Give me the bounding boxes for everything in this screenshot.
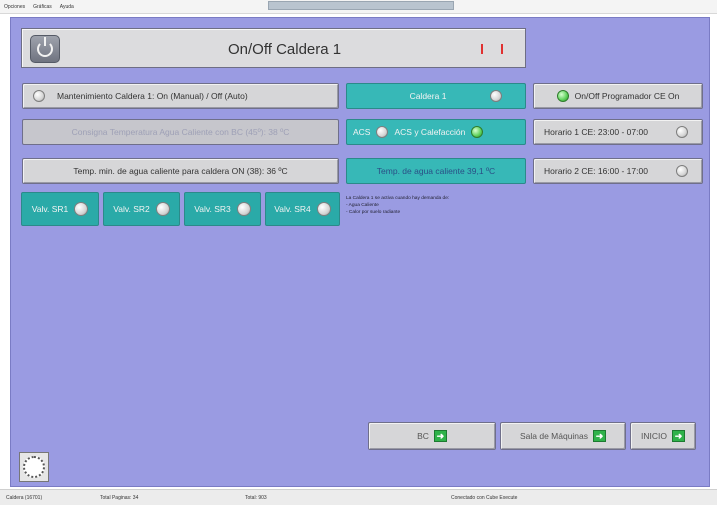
power-icon: [37, 37, 53, 57]
info-line-2: - Agua Caliente: [346, 203, 379, 208]
toggle-knob-icon: [155, 202, 170, 216]
bc-nav-button[interactable]: BC ➜: [368, 422, 496, 450]
top-strip: [268, 1, 454, 10]
toggle-knob-icon: [236, 202, 251, 216]
status-caldera: Caldera (16701): [6, 495, 43, 501]
horario2-label: Horario 2 CE: 16:00 - 17:00: [544, 166, 648, 176]
info-line-3: - Calor por suelo radiante: [346, 210, 401, 215]
acs-label: ACS: [353, 127, 371, 137]
horario1-button[interactable]: Horario 1 CE: 23:00 - 07:00: [533, 119, 703, 145]
title-box: On/Off Caldera 1: [21, 28, 526, 68]
arrow-right-icon: ➜: [433, 430, 447, 442]
toggle-knob-icon: [74, 202, 89, 216]
toggle-knob-icon: [33, 90, 45, 102]
caldera1-label: Caldera 1: [409, 91, 447, 101]
info-line-1: La Caldera 1 se activa cuando hay demand…: [346, 196, 450, 201]
page-title: On/Off Caldera 1: [228, 41, 342, 58]
status-pages: Total Paginas: 34: [100, 495, 139, 501]
inicio-nav-label: INICIO: [641, 431, 667, 441]
toggle-knob-icon: [490, 90, 503, 102]
menu-opciones[interactable]: Opciones: [4, 4, 25, 10]
status-total: Total: 903: [245, 495, 267, 501]
red-indicator-1: [481, 44, 483, 54]
caldera1-button[interactable]: Caldera 1: [346, 83, 526, 109]
mantenimiento-button[interactable]: Mantenimiento Caldera 1: On (Manual) / O…: [22, 83, 339, 109]
acs-selector[interactable]: ACS ACS y Calefacción: [346, 119, 526, 145]
arrow-right-icon: ➜: [671, 430, 685, 442]
temp-min-label: Temp. min. de agua caliente para caldera…: [73, 166, 288, 176]
valve-sr4-button[interactable]: Valv. SR4: [265, 192, 340, 226]
temp-agua-label: Temp. de agua caliente 39,1 ºC: [376, 166, 496, 176]
valve-sr1-label: Valv. SR1: [31, 204, 69, 214]
clock-button[interactable]: [19, 452, 49, 482]
toggle-knob-icon: [376, 126, 389, 138]
red-indicator-2: [501, 44, 503, 54]
toggle-knob-icon: [675, 165, 688, 177]
acs-calefaccion-label: ACS y Calefacción: [394, 127, 466, 137]
inicio-nav-button[interactable]: INICIO ➜: [630, 422, 696, 450]
valve-sr1-button[interactable]: Valv. SR1: [21, 192, 99, 226]
bc-nav-label: BC: [417, 431, 429, 441]
valve-sr4-label: Valv. SR4: [274, 204, 311, 214]
valve-sr3-button[interactable]: Valv. SR3: [184, 192, 261, 226]
toggle-knob-icon: [316, 202, 331, 216]
power-button[interactable]: [30, 35, 60, 63]
toggle-knob-icon: [675, 126, 688, 138]
valve-sr2-label: Valv. SR2: [113, 204, 150, 214]
valve-sr2-button[interactable]: Valv. SR2: [103, 192, 180, 226]
clock-icon: [23, 456, 45, 478]
menu-graficas[interactable]: Gráficas: [33, 4, 52, 10]
arrow-right-icon: ➜: [593, 430, 607, 442]
consigna-field: Consigna Temperatura Agua Caliente con B…: [22, 119, 339, 145]
horario1-label: Horario 1 CE: 23:00 - 07:00: [544, 127, 648, 137]
status-bar: Caldera (16701) Total Paginas: 34 Total:…: [0, 489, 717, 505]
mantenimiento-label: Mantenimiento Caldera 1: On (Manual) / O…: [57, 91, 248, 101]
menu-ayuda[interactable]: Ayuda: [60, 4, 74, 10]
programador-button[interactable]: On/Off Programador CE On: [533, 83, 703, 109]
consigna-label: Consigna Temperatura Agua Caliente con B…: [71, 127, 290, 137]
temp-min-field: Temp. min. de agua caliente para caldera…: [22, 158, 339, 184]
status-connection: Conectado con Cube Execute: [451, 495, 518, 501]
sala-maquinas-nav-button[interactable]: Sala de Máquinas ➜: [500, 422, 626, 450]
programador-label: On/Off Programador CE On: [574, 91, 680, 101]
toggle-knob-green-icon: [471, 126, 484, 138]
toggle-knob-green-icon: [556, 90, 569, 102]
horario2-button[interactable]: Horario 2 CE: 16:00 - 17:00: [533, 158, 703, 184]
valve-sr3-label: Valv. SR3: [194, 204, 231, 214]
temp-agua-field: Temp. de agua caliente 39,1 ºC: [346, 158, 526, 184]
caldera-info-text: La Caldera 1 se activa cuando hay demand…: [346, 195, 449, 216]
sala-maquinas-label: Sala de Máquinas: [519, 431, 589, 441]
